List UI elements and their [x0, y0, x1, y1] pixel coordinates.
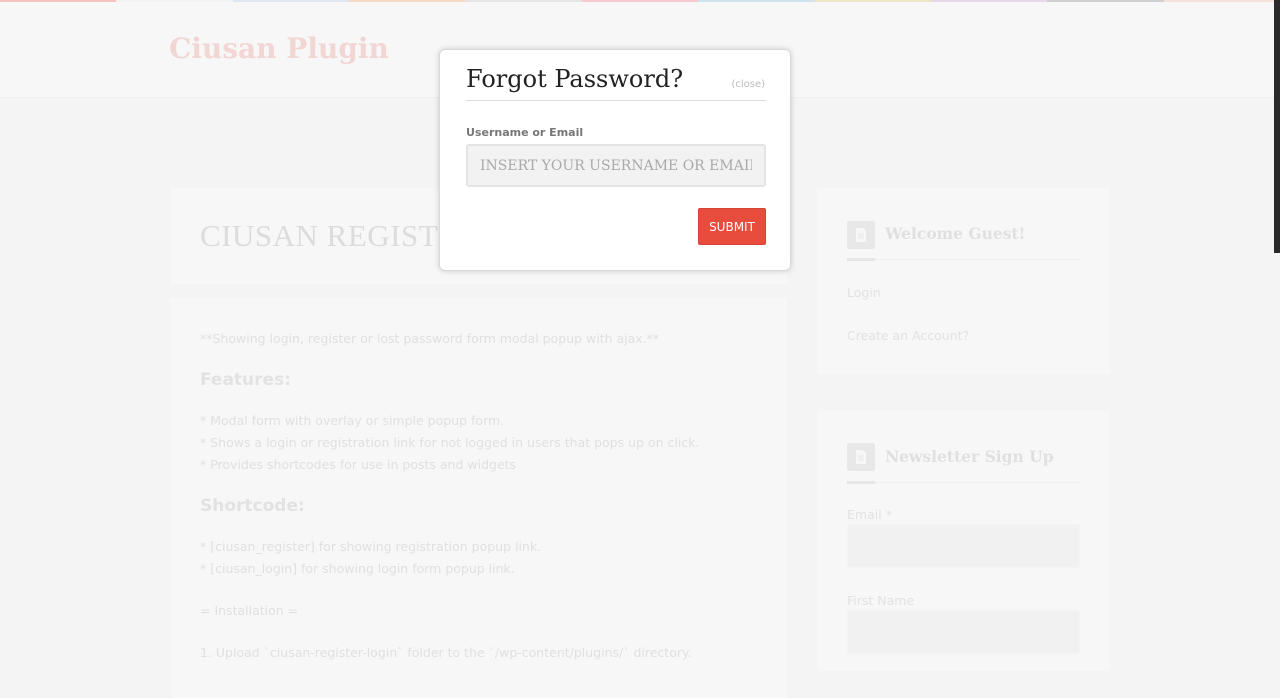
newsletter-title: Newsletter Sign Up: [885, 447, 1054, 466]
feature-item: * Shows a login or registration link for…: [200, 435, 700, 450]
welcome-title: Welcome Guest!: [885, 224, 1026, 243]
installation-heading: = Installation =: [200, 603, 299, 618]
shortcode-heading: Shortcode:: [200, 496, 305, 516]
document-icon: [847, 221, 875, 249]
page-content: **Showing login, register or lost passwo…: [170, 298, 787, 698]
newsletter-email-field[interactable]: [847, 524, 1080, 568]
newsletter-first-name-field[interactable]: [847, 610, 1080, 654]
document-icon: [847, 443, 875, 471]
page-title: CIUSAN REGISTE: [200, 218, 458, 253]
close-button[interactable]: (close): [731, 79, 765, 90]
document-icon-glyph: [856, 228, 866, 242]
login-link[interactable]: Login: [847, 285, 881, 300]
shortcode-item: * [ciusan_register] for showing registra…: [200, 539, 542, 554]
scrollbar-thumb[interactable]: [1274, 0, 1280, 253]
email-label: Email *: [847, 507, 892, 522]
site-title[interactable]: Ciusan Plugin: [169, 32, 389, 65]
forgot-password-modal: Forgot Password? (close) Username or Ema…: [439, 49, 791, 271]
installation-step: 1. Upload `ciusan-register-login` folder…: [200, 645, 692, 660]
widget-divider: [847, 258, 1080, 261]
submit-button[interactable]: SUBMIT: [698, 208, 766, 245]
username-email-label: Username or Email: [466, 126, 584, 139]
feature-item: * Provides shortcodes for use in posts a…: [200, 457, 517, 472]
feature-item: * Modal form with overlay or simple popu…: [200, 413, 505, 428]
create-account-link[interactable]: Create an Account?: [847, 328, 969, 343]
welcome-widget: Welcome Guest! Login Create an Account?: [817, 188, 1110, 374]
newsletter-widget: Newsletter Sign Up Email * First Name: [817, 411, 1110, 671]
shortcode-item: * [ciusan_login] for showing login form …: [200, 561, 515, 576]
modal-divider: [466, 100, 766, 101]
intro-text: **Showing login, register or lost passwo…: [200, 331, 660, 346]
modal-title: Forgot Password?: [466, 65, 684, 93]
first-name-label: First Name: [847, 593, 915, 608]
widget-divider: [847, 481, 1080, 484]
features-heading: Features:: [200, 370, 291, 390]
document-icon-glyph: [856, 450, 866, 464]
username-email-input[interactable]: [466, 144, 766, 187]
